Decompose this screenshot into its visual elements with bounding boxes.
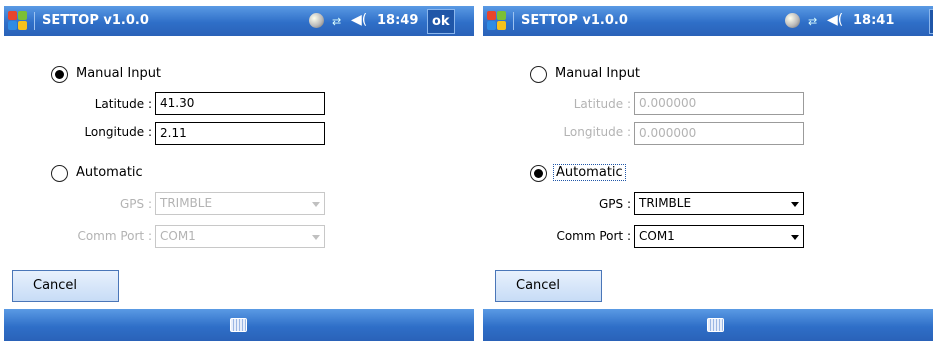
gps-label: GPS :: [598, 197, 631, 211]
latitude-field[interactable]: 0.000000: [634, 92, 804, 115]
title-separator: [513, 12, 514, 30]
comm-port-label: Comm Port :: [77, 229, 152, 243]
connectivity-icon[interactable]: [309, 13, 324, 28]
settings-screen-automatic: SETTOP v1.0.0 ⇄ ◀( 18:41 ok Manual Input…: [483, 6, 933, 341]
windows-start-icon[interactable]: [8, 11, 28, 31]
title-bar: SETTOP v1.0.0 ⇄ ◀( 18:41 ok: [483, 6, 933, 36]
settings-screen-manual: SETTOP v1.0.0 ⇄ ◀( 18:49 ok Manual Input…: [4, 6, 474, 341]
app-title: SETTOP v1.0.0: [521, 13, 628, 28]
latitude-label: Latitude :: [94, 97, 152, 111]
comm-port-value: COM1: [639, 229, 675, 243]
menu-bar: [483, 309, 933, 341]
keyboard-icon[interactable]: [707, 318, 724, 332]
chevron-down-icon: [312, 235, 320, 240]
gps-dropdown[interactable]: TRIMBLE: [634, 192, 804, 215]
comm-port-dropdown[interactable]: COM1: [634, 225, 804, 248]
chevron-down-icon: [791, 235, 799, 240]
comm-port-value: COM1: [160, 229, 196, 243]
comm-port-dropdown[interactable]: COM1: [155, 225, 325, 248]
longitude-field[interactable]: 2.11: [155, 122, 325, 145]
clock[interactable]: 18:41: [853, 13, 894, 28]
speaker-icon[interactable]: ◀(: [827, 12, 843, 28]
comm-port-label: Comm Port :: [556, 229, 631, 243]
speaker-icon[interactable]: ◀(: [351, 12, 367, 28]
signal-arrows-icon[interactable]: ⇄: [332, 15, 341, 28]
gps-value: TRIMBLE: [639, 196, 692, 210]
chevron-down-icon: [791, 202, 799, 207]
longitude-field[interactable]: 0.000000: [634, 122, 804, 145]
automatic-label[interactable]: Automatic: [76, 165, 143, 180]
manual-input-radio[interactable]: [530, 66, 547, 83]
app-title: SETTOP v1.0.0: [42, 13, 149, 28]
longitude-label: Longitude :: [563, 125, 631, 139]
automatic-radio[interactable]: [51, 165, 68, 182]
latitude-label: Latitude :: [573, 97, 631, 111]
clock[interactable]: 18:49: [377, 13, 418, 28]
latitude-field[interactable]: 41.30: [155, 92, 325, 115]
gps-dropdown[interactable]: TRIMBLE: [155, 192, 325, 215]
automatic-label[interactable]: Automatic: [553, 164, 626, 181]
gps-label: GPS :: [119, 197, 152, 211]
title-bar: SETTOP v1.0.0 ⇄ ◀( 18:49 ok: [4, 6, 474, 36]
chevron-down-icon: [312, 202, 320, 207]
keyboard-icon[interactable]: [230, 318, 247, 332]
longitude-label: Longitude :: [84, 125, 152, 139]
windows-start-icon[interactable]: [487, 11, 507, 31]
ok-button[interactable]: ok: [427, 9, 455, 34]
cancel-button[interactable]: Cancel: [12, 270, 119, 302]
menu-bar: [4, 309, 474, 341]
manual-input-radio[interactable]: [51, 66, 68, 83]
manual-input-label[interactable]: Manual Input: [555, 66, 640, 81]
gps-value: TRIMBLE: [160, 196, 213, 210]
signal-arrows-icon[interactable]: ⇄: [808, 15, 817, 28]
ok-button[interactable]: ok: [929, 9, 933, 34]
cancel-button[interactable]: Cancel: [495, 270, 602, 302]
connectivity-icon[interactable]: [785, 13, 800, 28]
title-separator: [34, 12, 35, 30]
automatic-radio[interactable]: [530, 165, 547, 182]
manual-input-label[interactable]: Manual Input: [76, 66, 161, 81]
